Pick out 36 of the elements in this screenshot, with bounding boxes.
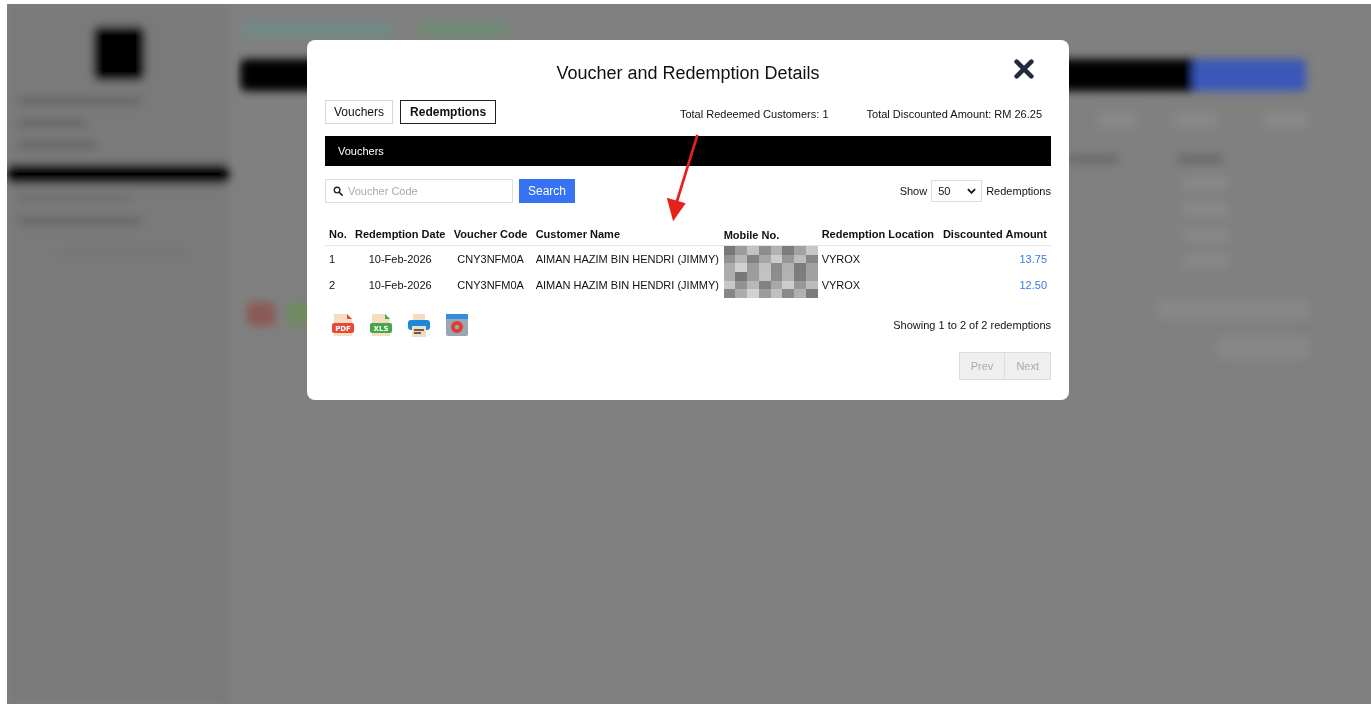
modal-title: Voucher and Redemption Details [556, 62, 820, 84]
column-header: Discounted Amount [938, 224, 1051, 246]
column-header: Voucher Code [449, 224, 532, 246]
results-summary: Showing 1 to 2 of 2 redemptions [893, 319, 1051, 331]
search-field[interactable]: Voucher Code [325, 179, 513, 203]
column-header: No. [325, 224, 351, 246]
column-header: Customer Name [531, 224, 724, 246]
table-cell: VYROX [821, 279, 861, 291]
tab[interactable]: Redemptions [400, 100, 497, 124]
column-header: Redemption Location [817, 224, 939, 246]
column-header: Redemption Date [350, 224, 450, 246]
table-cell: AIMAN HAZIM BIN HENDRI (JIMMY) [535, 279, 719, 291]
stat-text: Total Redeemed Customers: 1 [679, 108, 829, 120]
table-cell: 2 [329, 279, 336, 291]
table-cell: CNY3NFM0A [457, 279, 524, 291]
tab[interactable]: Vouchers [325, 100, 394, 124]
column-header: Mobile No. [723, 224, 818, 246]
table-cell: CNY3NFM0A [457, 253, 524, 265]
section-header-bar: Vouchers [325, 136, 1051, 166]
amount-link[interactable]: 12.50 [1019, 279, 1047, 291]
search-icon [333, 186, 343, 196]
stat-text: Total Discounted Amount: RM 26.25 [866, 108, 1042, 120]
page-size-select[interactable]: 50 [931, 180, 983, 202]
show-suffix-label: Redemptions [986, 185, 1051, 197]
table-cell: 10-Feb-2026 [368, 253, 432, 265]
close-icon[interactable] [1013, 58, 1035, 80]
table-cell: 10-Feb-2026 [368, 279, 432, 291]
show-label: Show [899, 185, 928, 197]
table-cell: 1 [329, 253, 336, 265]
settings-icon[interactable] [445, 312, 469, 338]
amount-link[interactable]: 13.75 [1019, 253, 1047, 265]
printer-icon[interactable] [407, 312, 431, 338]
table-cell: VYROX [821, 253, 861, 265]
search-button[interactable]: Search [519, 179, 576, 203]
caret-icon [967, 188, 977, 194]
table-cell: AIMAN HAZIM BIN HENDRI (JIMMY) [535, 253, 719, 265]
